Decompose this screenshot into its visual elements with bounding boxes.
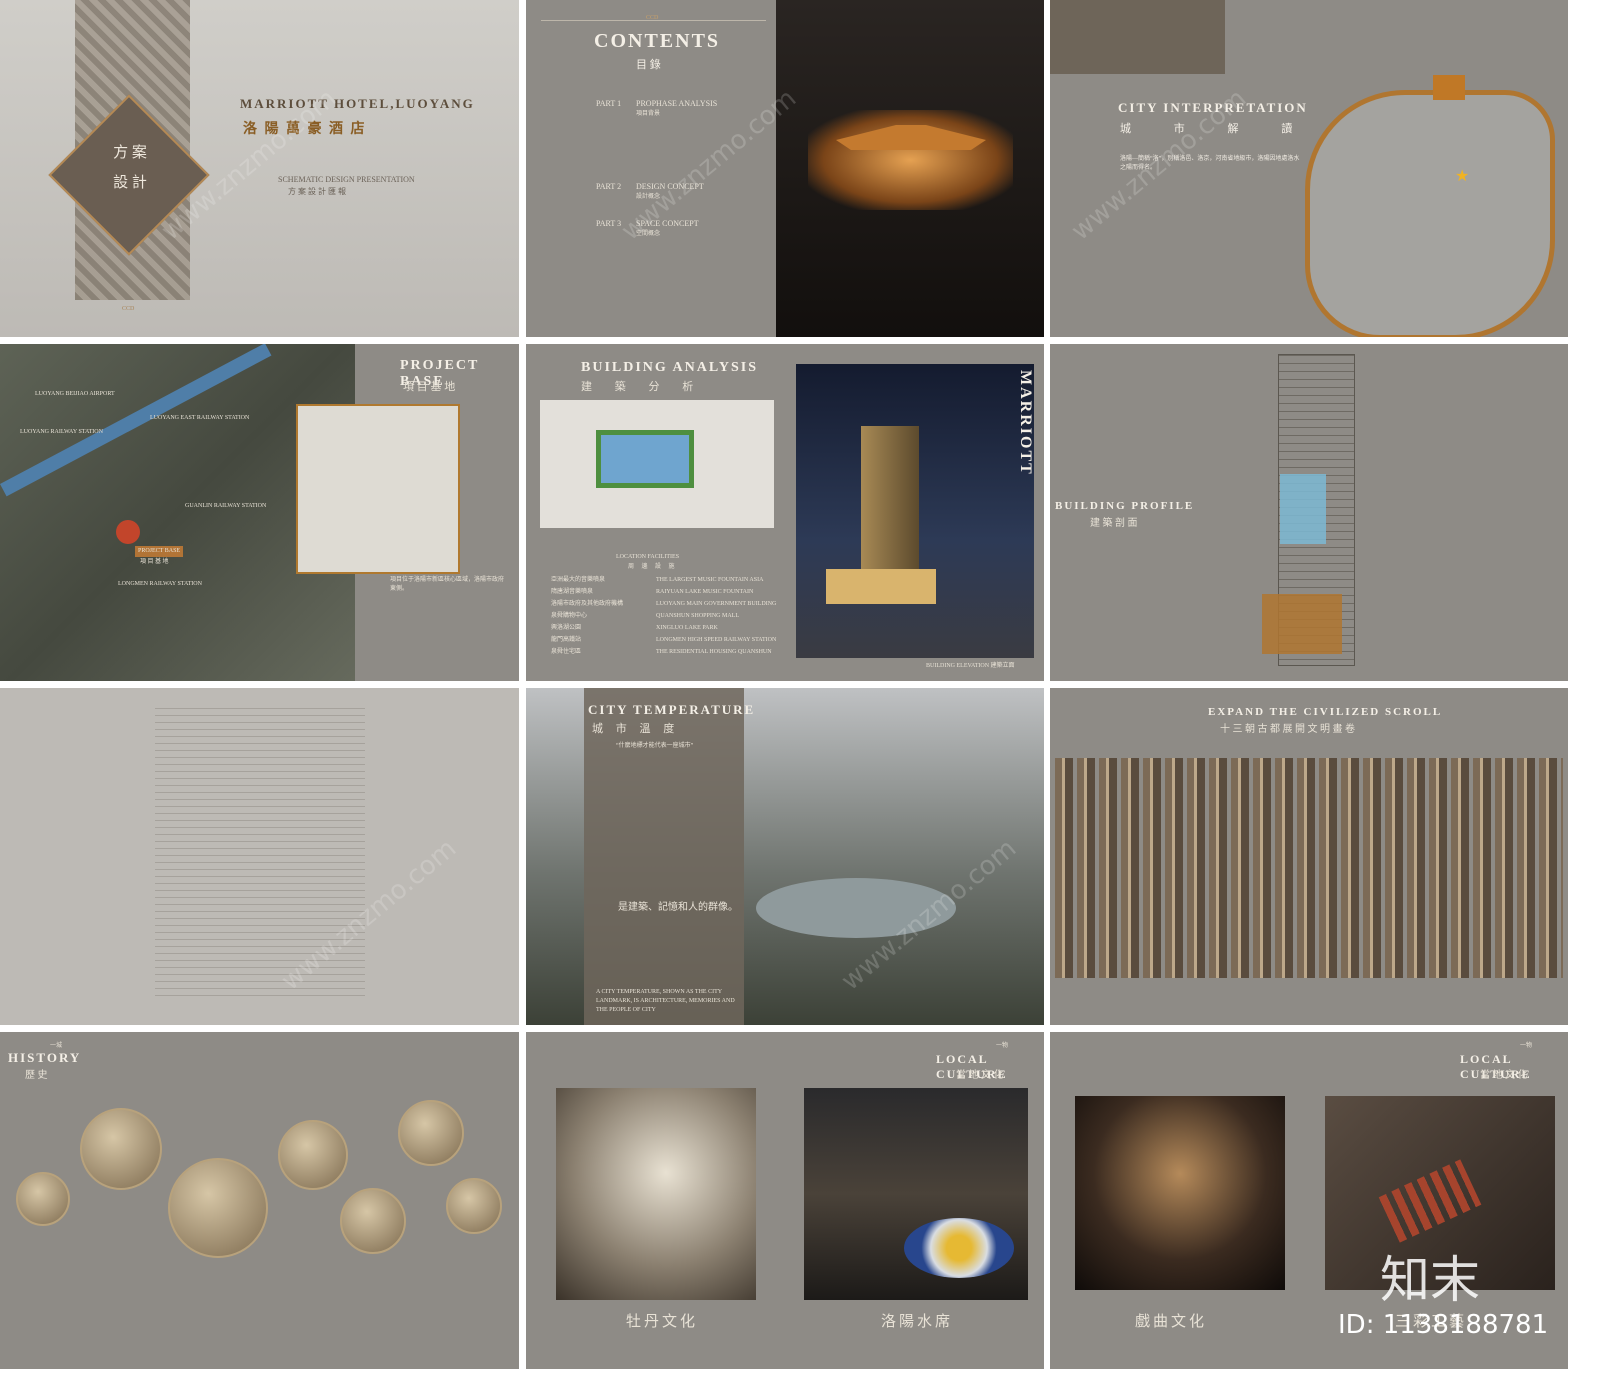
ba-facility-4-en: QUANSHUN SHOPPING MALL bbox=[656, 613, 740, 619]
watermark-brand: 知末 bbox=[1380, 1251, 1480, 1309]
ba-title-en: BUILDING ANALYSIS bbox=[581, 360, 759, 375]
ba-facility-2-cn: 隋唐湖音樂噴泉 bbox=[551, 589, 594, 595]
contents-part1-en: PROPHASE ANALYSIS bbox=[636, 99, 718, 108]
ba-facility-7-en: THE RESIDENTIAL HOUSING QUANSHUN bbox=[656, 649, 772, 655]
cover-badge-text: 方 案 設 計 bbox=[113, 145, 147, 191]
ba-location-en: LOCATION FACILITIES bbox=[616, 554, 680, 560]
ba-facility-6-en: LONGMEN HIGH SPEED RAILWAY STATION bbox=[656, 637, 777, 643]
contents-part1-label: PART 1 bbox=[596, 99, 622, 108]
pb-site-marker bbox=[116, 520, 140, 544]
ci-star-icon: ★ bbox=[1455, 166, 1470, 185]
contents-title-cn: 目 錄 bbox=[636, 59, 661, 71]
history-circle-7 bbox=[446, 1178, 502, 1234]
pb-label-guanlin: GUANLIN RAILWAY STATION bbox=[185, 503, 267, 509]
pb-label-airport: LUOYANG BEIJIAO AIRPORT bbox=[35, 391, 115, 397]
lc2-opera-photo bbox=[1075, 1096, 1285, 1290]
ba-facility-5-en: XINGLUO LAKE PARK bbox=[656, 625, 718, 631]
cs-strips bbox=[1055, 758, 1563, 978]
watermark-id: ID: 1138188781 bbox=[1338, 1310, 1549, 1340]
ba-facility-3-en: LUOYANG MAIN GOVERNMENT BUILDING bbox=[656, 601, 777, 607]
lc1-tag: 一物 bbox=[996, 1043, 1009, 1049]
history-circle-3 bbox=[168, 1158, 268, 1258]
cover-subtitle-en: SCHEMATIC DESIGN PRESENTATION bbox=[278, 175, 415, 184]
lc2-title-cn: 當 地 文 化 bbox=[1480, 1070, 1528, 1081]
ba-brand: MARRIOTT bbox=[1017, 370, 1034, 476]
panel-local-culture-1: 一物 LOCAL CULTURE 當 地 文 化 牡丹文化 洛陽水席 bbox=[526, 1032, 1044, 1369]
ba-facility-3-cn: 洛陽市政府及其他政府機構 bbox=[551, 601, 624, 607]
lc1-street-photo bbox=[804, 1088, 1028, 1300]
contents-title: CONTENTS bbox=[594, 30, 721, 52]
ba-site-park bbox=[596, 430, 694, 488]
pb-label-longmen: LONGMEN RAILWAY STATION bbox=[118, 581, 202, 587]
lc1-title-cn: 當 地 文 化 bbox=[956, 1070, 1004, 1081]
ct-title-cn: 城 市 溫 度 bbox=[592, 723, 675, 735]
lc1-peony-photo bbox=[556, 1088, 756, 1300]
ba-facility-7-cn: 泉舜住宅區 bbox=[551, 649, 582, 655]
history-title-en: HISTORY bbox=[8, 1050, 82, 1065]
cs-title-en: EXPAND THE CIVILIZED SCROLL bbox=[1208, 706, 1443, 718]
ba-location-cn: 周 邊 設 施 bbox=[628, 564, 675, 570]
bp-title-en: BUILDING PROFILE bbox=[1055, 500, 1195, 512]
contents-header: CCD bbox=[646, 15, 659, 21]
contents-rule bbox=[541, 20, 766, 21]
pb-title-cn: 項 目 基 地 bbox=[403, 381, 456, 393]
panel-history: 一城 HISTORY 歷 史 bbox=[0, 1032, 519, 1369]
contents-photo bbox=[776, 0, 1044, 337]
cs-title-cn: 十 三 朝 古 都 展 開 文 明 畫 卷 bbox=[1220, 724, 1355, 735]
contents-part2-label: PART 2 bbox=[596, 182, 622, 191]
ba-facility-1-cn: 亞洲最大的音樂噴泉 bbox=[551, 577, 606, 583]
cover-subtitle-cn: 方 案 設 計 匯 報 bbox=[288, 187, 346, 196]
pb-label-base-cn: 項 目 基 地 bbox=[140, 559, 169, 565]
ba-elevation-photo bbox=[796, 364, 1034, 658]
lc2-caption-1: 戲曲文化 bbox=[1135, 1314, 1208, 1330]
cover-title-en: MARRIOTT HOTEL,LUOYANG bbox=[240, 96, 475, 111]
pb-label-east: LUOYANG EAST RAILWAY STATION bbox=[150, 415, 250, 421]
ct-closing: 是建築、記憶和人的群像。 bbox=[618, 902, 738, 913]
ct-quote: “什麼地標才能代表一座城市” bbox=[616, 743, 694, 749]
bp-podium-floors bbox=[1262, 594, 1342, 654]
history-circle-6 bbox=[398, 1100, 464, 1166]
lc1-bowl bbox=[904, 1218, 1014, 1278]
bp-title-cn: 建 築 剖 面 bbox=[1090, 518, 1138, 529]
ci-map-region bbox=[1305, 90, 1555, 337]
panel-civilized-scroll: EXPAND THE CIVILIZED SCROLL 十 三 朝 古 都 展 … bbox=[1050, 688, 1568, 1025]
bp-blue-floors bbox=[1280, 474, 1326, 544]
ba-facility-5-cn: 興洛湖公園 bbox=[551, 625, 582, 631]
cover-footer: CCD bbox=[122, 306, 135, 312]
ct-closing-en: A CITY TEMPERATURE, SHOWN AS THE CITY LA… bbox=[596, 989, 735, 1013]
panel-contents: CCD CONTENTS 目 錄 PART 1 PROPHASE ANALYSI… bbox=[526, 0, 1044, 337]
ct-text-panel bbox=[584, 688, 744, 1025]
contents-part1-cn: 項目背景 bbox=[636, 111, 661, 117]
panel-city-temperature: CITY TEMPERATURE 城 市 溫 度 “什麼地標才能代表一座城市” … bbox=[526, 688, 1044, 1025]
lc1-caption-2: 洛陽水席 bbox=[881, 1314, 954, 1330]
panel-building-profile: BUILDING PROFILE 建 築 剖 面 bbox=[1050, 344, 1568, 681]
ba-title-cn: 建 築 分 析 bbox=[581, 381, 694, 393]
panel-project-base: LUOYANG BEIJIAO AIRPORT LUOYANG RAILWAY … bbox=[0, 344, 519, 681]
ba-facility-2-en: RAIYUAN LAKE MUSIC FOUNTAIN bbox=[656, 589, 754, 595]
ba-facility-6-cn: 龍門高鐵站 bbox=[551, 637, 582, 643]
ci-map-highlight bbox=[1433, 75, 1465, 100]
lc2-tag: 一物 bbox=[1520, 1043, 1533, 1049]
history-circle-5 bbox=[340, 1188, 406, 1254]
pb-inset-map bbox=[296, 404, 460, 574]
panel-building-analysis: BUILDING ANALYSIS 建 築 分 析 LOCATION FACIL… bbox=[526, 344, 1044, 681]
lc1-caption-1: 牡丹文化 bbox=[626, 1314, 699, 1330]
pb-label-railway: LUOYANG RAILWAY STATION bbox=[20, 429, 103, 435]
ct-title-en: CITY TEMPERATURE bbox=[588, 702, 756, 717]
ba-caption: BUILDING ELEVATION 建築立面 bbox=[926, 663, 1015, 669]
ba-podium bbox=[826, 569, 936, 604]
ci-top-block bbox=[1050, 0, 1225, 74]
pb-label-base: PROJECT BASE bbox=[135, 546, 184, 557]
history-circle-4 bbox=[278, 1120, 348, 1190]
pb-body: 項目位于洛陽市新區核心區域，洛陽市政府東側。 bbox=[390, 577, 505, 592]
ba-facility-1-en: THE LARGEST MUSIC FOUNTAIN ASIA bbox=[656, 577, 764, 583]
history-title-cn: 歷 史 bbox=[25, 1070, 48, 1081]
history-circle-2 bbox=[16, 1172, 70, 1226]
lc2-craft-object bbox=[1378, 1159, 1482, 1243]
panel-city-interpretation: CITY INTERPRETATION 城 市 解 讀 洛陽—簡稱“洛”，別稱洛… bbox=[1050, 0, 1568, 337]
history-circle-1 bbox=[80, 1108, 162, 1190]
ba-facility-4-cn: 泉舜購物中心 bbox=[551, 613, 588, 619]
